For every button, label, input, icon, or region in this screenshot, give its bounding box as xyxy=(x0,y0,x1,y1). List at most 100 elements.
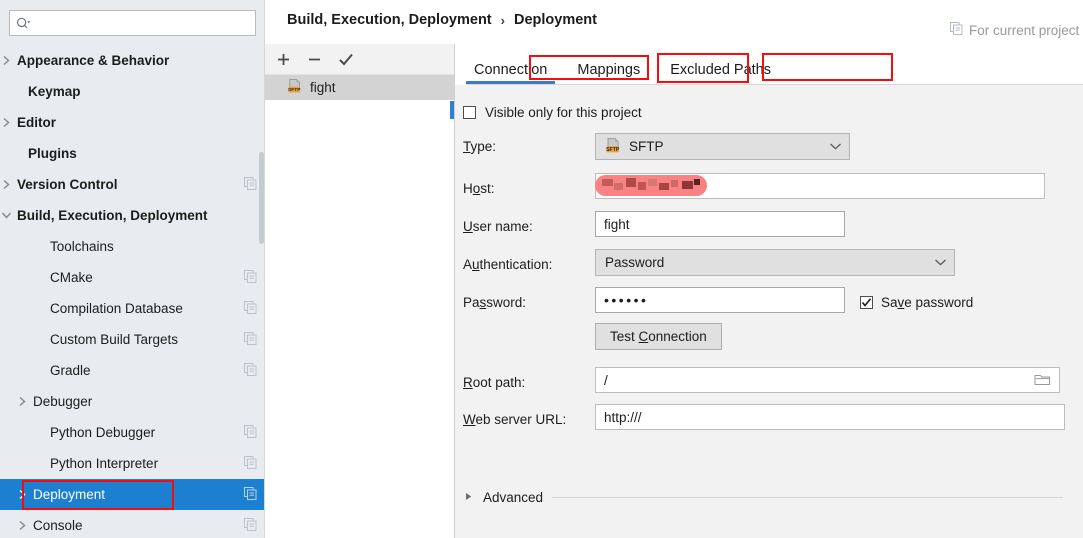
sidebar-item-python-interpreter[interactable]: Python Interpreter xyxy=(0,448,265,479)
copy-icon xyxy=(244,300,257,317)
server-list-toolbar xyxy=(265,44,454,74)
sidebar-item-label: Build, Execution, Deployment xyxy=(17,207,208,223)
svg-text:SFTP: SFTP xyxy=(606,147,620,153)
sidebar-search-wrap xyxy=(0,0,265,36)
username-label-row: User name: xyxy=(463,219,533,234)
chevron-right-icon[interactable] xyxy=(0,178,13,191)
username-value: fight xyxy=(604,216,630,232)
search-icon xyxy=(16,17,31,30)
breadcrumb-current: Deployment xyxy=(513,12,597,28)
host-label-row: Host: xyxy=(463,181,495,196)
root-path-input[interactable]: / xyxy=(595,367,1060,393)
tab-connection[interactable]: Connection xyxy=(466,61,556,84)
chevron-down-icon xyxy=(933,255,948,270)
sidebar-item-label: Version Control xyxy=(17,176,118,192)
content-topbar: Build, Execution, Deployment › Deploymen… xyxy=(265,0,1083,44)
sidebar-item-keymap[interactable]: Keymap xyxy=(0,76,265,107)
username-input[interactable]: fight xyxy=(595,211,845,237)
copy-icon xyxy=(244,331,257,348)
authentication-select[interactable]: Password xyxy=(595,249,955,276)
sidebar-item-label: Plugins xyxy=(28,145,77,161)
advanced-section-toggle[interactable]: Advanced xyxy=(463,490,1063,505)
chevron-right-icon[interactable] xyxy=(0,116,13,129)
visible-only-row[interactable]: Visible only for this project xyxy=(463,105,642,120)
copy-icon xyxy=(244,517,257,534)
sidebar-item-plugins[interactable]: Plugins xyxy=(0,138,265,169)
search-input[interactable] xyxy=(9,10,256,36)
svg-text:SFTP: SFTP xyxy=(288,87,301,93)
host-field-wrap[interactable] xyxy=(595,173,1045,199)
test-connection-button[interactable]: Test Connection xyxy=(595,323,722,350)
server-list-item[interactable]: SFTP fight xyxy=(265,75,454,100)
sidebar-item-label: Compilation Database xyxy=(50,300,183,316)
sidebar-item-label: Keymap xyxy=(28,83,81,99)
authentication-label: Authentication: xyxy=(463,257,553,272)
for-current-project-label: For current project xyxy=(969,22,1080,38)
test-connection-label: Test Connection xyxy=(610,329,707,344)
password-input[interactable]: •••••• xyxy=(595,287,845,313)
server-list-panel: SFTP fight xyxy=(265,44,455,538)
sidebar-item-label: Gradle xyxy=(50,362,91,378)
tab-mappings[interactable]: Mappings xyxy=(569,62,648,85)
tab-label: Connection xyxy=(474,61,548,78)
visible-only-checkbox[interactable] xyxy=(463,106,476,119)
sidebar-item-python-debugger[interactable]: Python Debugger xyxy=(0,417,265,448)
chevron-right-icon[interactable] xyxy=(16,488,29,501)
tab-excluded-paths[interactable]: Excluded Paths xyxy=(662,62,779,85)
chevron-right-icon[interactable] xyxy=(0,54,13,67)
chevron-down-icon[interactable] xyxy=(0,209,13,222)
sidebar-item-version-control[interactable]: Version Control xyxy=(0,169,265,200)
save-password-checkbox[interactable] xyxy=(860,296,873,309)
type-label: Type: xyxy=(463,139,497,154)
server-list: SFTP fight xyxy=(265,74,454,100)
folder-icon[interactable] xyxy=(1034,372,1051,389)
set-default-server-button[interactable] xyxy=(338,52,354,67)
web-server-url-label: Web server URL: xyxy=(463,412,567,427)
visible-only-label: Visible only for this project xyxy=(485,105,642,120)
breadcrumb-separator-icon: › xyxy=(500,12,505,28)
sidebar-item-custom-build-targets[interactable]: Custom Build Targets xyxy=(0,324,265,355)
sidebar-item-deployment[interactable]: Deployment xyxy=(0,479,265,510)
advanced-label: Advanced xyxy=(483,490,544,505)
sidebar-item-compilation-database[interactable]: Compilation Database xyxy=(0,293,265,324)
sidebar-item-debugger[interactable]: Debugger xyxy=(0,386,265,417)
sidebar-item-cmake[interactable]: CMake xyxy=(0,262,265,293)
sidebar-item-console[interactable]: Console xyxy=(0,510,265,538)
type-select[interactable]: SFTP SFTP xyxy=(595,133,850,160)
sidebar-item-editor[interactable]: Editor xyxy=(0,107,265,138)
sidebar-item-appearance-behavior[interactable]: Appearance & Behavior xyxy=(0,45,265,76)
host-label: Host: xyxy=(463,181,495,196)
copy-icon xyxy=(244,424,257,441)
save-password-row[interactable]: Save password xyxy=(860,295,973,310)
remove-server-button[interactable] xyxy=(307,52,322,67)
add-server-button[interactable] xyxy=(276,52,291,67)
auth-label-row: Authentication: xyxy=(463,257,552,272)
save-password-label: Save password xyxy=(881,295,974,310)
deployment-tabs: Connection Mappings Excluded Paths xyxy=(455,44,1083,85)
sidebar-item-label: Python Interpreter xyxy=(50,455,159,471)
copy-icon xyxy=(244,362,257,379)
root-path-label: Root path: xyxy=(463,375,526,390)
chevron-down-icon xyxy=(828,139,843,154)
sidebar-item-toolchains[interactable]: Toolchains xyxy=(0,231,265,262)
triangle-right-icon xyxy=(463,490,474,505)
copy-icon xyxy=(244,486,257,503)
root-path-label-row: Root path: xyxy=(463,375,525,390)
chevron-right-icon[interactable] xyxy=(16,519,29,532)
tab-strip: Connection Mappings Excluded Paths xyxy=(455,44,1083,84)
sidebar-item-label: Appearance & Behavior xyxy=(17,52,170,68)
web-server-url-input[interactable]: http:/// xyxy=(595,404,1065,430)
sidebar-item-gradle[interactable]: Gradle xyxy=(0,355,265,386)
sidebar-item-build-execution-deployment[interactable]: Build, Execution, Deployment xyxy=(0,200,265,231)
chevron-right-icon[interactable] xyxy=(16,395,29,408)
breadcrumb-parent[interactable]: Build, Execution, Deployment xyxy=(287,12,492,28)
password-label-row: Password: xyxy=(463,295,526,310)
